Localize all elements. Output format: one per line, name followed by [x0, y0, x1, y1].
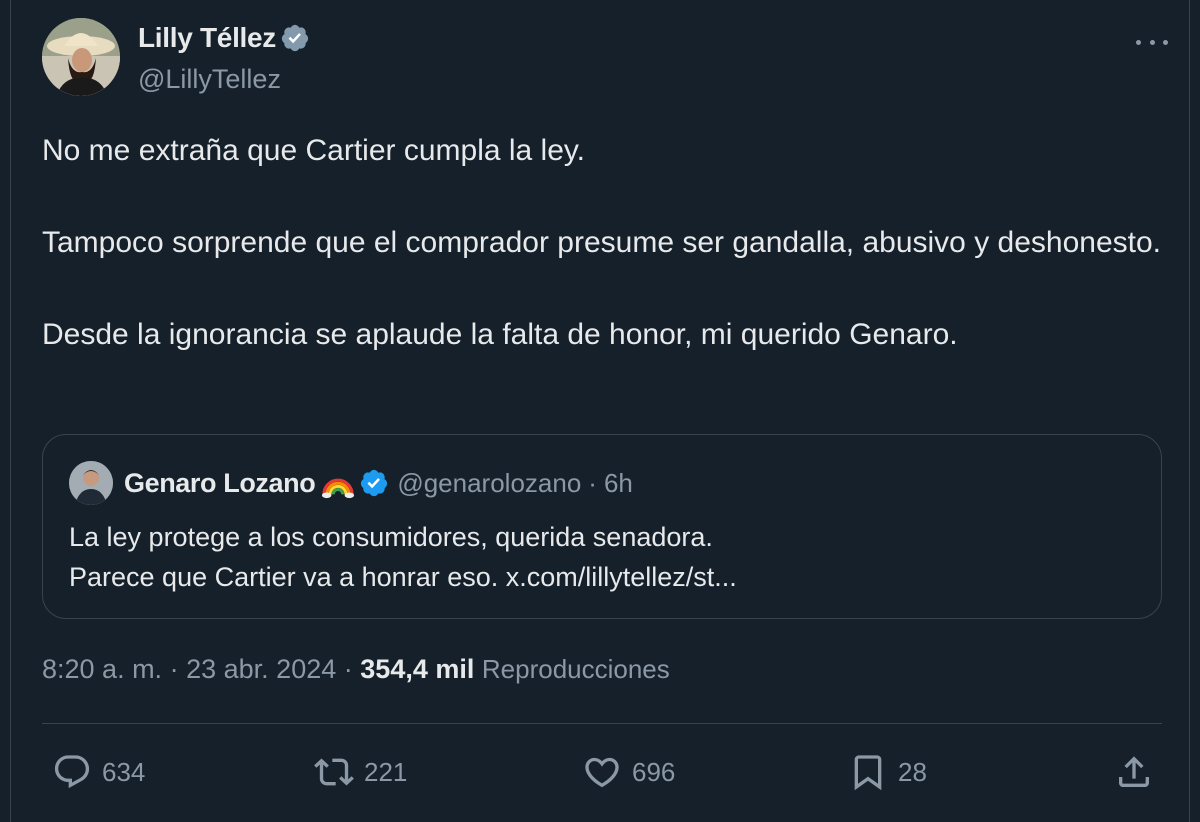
quoted-author-avatar[interactable]	[69, 461, 113, 505]
reply-icon	[54, 755, 90, 789]
meta-separator: ·	[343, 654, 353, 684]
rainbow-icon	[322, 478, 355, 499]
actions-divider	[42, 723, 1162, 724]
reply-button[interactable]: 634	[52, 748, 145, 796]
share-icon	[1119, 756, 1149, 787]
repost-icon	[314, 758, 354, 786]
like-count: 696	[632, 756, 676, 787]
tweet-header: Lilly Téllez @LillyTellez	[42, 18, 1172, 100]
views-count: 354,4 mil	[360, 654, 475, 684]
quoted-author-name: Genaro Lozano	[124, 467, 316, 498]
more-options-button[interactable]	[1132, 32, 1172, 52]
share-button[interactable]	[1114, 748, 1154, 796]
more-dot-icon	[1163, 39, 1168, 45]
verified-badge-icon	[281, 24, 309, 52]
quoted-tweet-card[interactable]: Genaro Lozano @genarolozano · 6h La ley …	[42, 434, 1162, 619]
tweet-text: No me extraña que Cartier cumpla la ley.…	[42, 128, 1162, 358]
more-dot-icon	[1149, 39, 1155, 45]
more-dot-icon	[1136, 39, 1141, 45]
quoted-timestamp: 6h	[603, 467, 633, 498]
action-bar: 634 221 696 28	[42, 748, 1162, 796]
repost-count: 221	[364, 756, 408, 787]
quoted-tweet-header: Genaro Lozano @genarolozano · 6h	[69, 461, 633, 505]
right-border	[1189, 0, 1190, 822]
bookmark-icon	[854, 755, 882, 791]
tweet-paragraph: Desde la ignorancia se aplaude la falta …	[42, 318, 958, 351]
bookmark-button[interactable]: 28	[848, 748, 927, 796]
tweet-paragraph: No me extraña que Cartier cumpla la ley.	[42, 134, 586, 167]
quoted-tweet-text: La ley protege a los consumidores, queri…	[69, 517, 1129, 597]
verified-badge-icon	[361, 469, 388, 497]
quoted-text-line: La ley protege a los consumidores, queri…	[69, 522, 713, 552]
tweet-date[interactable]: 23 abr. 2024	[186, 654, 336, 684]
author-avatar[interactable]	[42, 18, 120, 96]
author-handle[interactable]: @LillyTellez	[138, 64, 281, 95]
reply-count: 634	[102, 756, 146, 787]
repost-button[interactable]: 221	[314, 748, 407, 796]
author-name-row: Lilly Téllez	[138, 22, 310, 54]
tweet-meta: 8:20 a. m. · 23 abr. 2024 · 354,4 mil Re…	[42, 654, 670, 685]
quoted-text-line: Parece que Cartier va a honrar eso. x.co…	[69, 562, 737, 592]
quoted-author-handle: @genarolozano	[397, 467, 582, 498]
like-button[interactable]: 696	[582, 748, 675, 796]
tweet-paragraph: Tampoco sorprende que el comprador presu…	[42, 226, 1161, 259]
quoted-separator: ·	[588, 467, 597, 498]
heart-icon	[585, 757, 619, 788]
meta-separator: ·	[169, 654, 179, 684]
bookmark-count: 28	[898, 756, 927, 787]
left-border	[10, 0, 11, 822]
views-label: Reproducciones	[481, 654, 670, 684]
tweet-time[interactable]: 8:20 a. m.	[42, 654, 162, 684]
author-name[interactable]: Lilly Téllez	[138, 22, 276, 54]
